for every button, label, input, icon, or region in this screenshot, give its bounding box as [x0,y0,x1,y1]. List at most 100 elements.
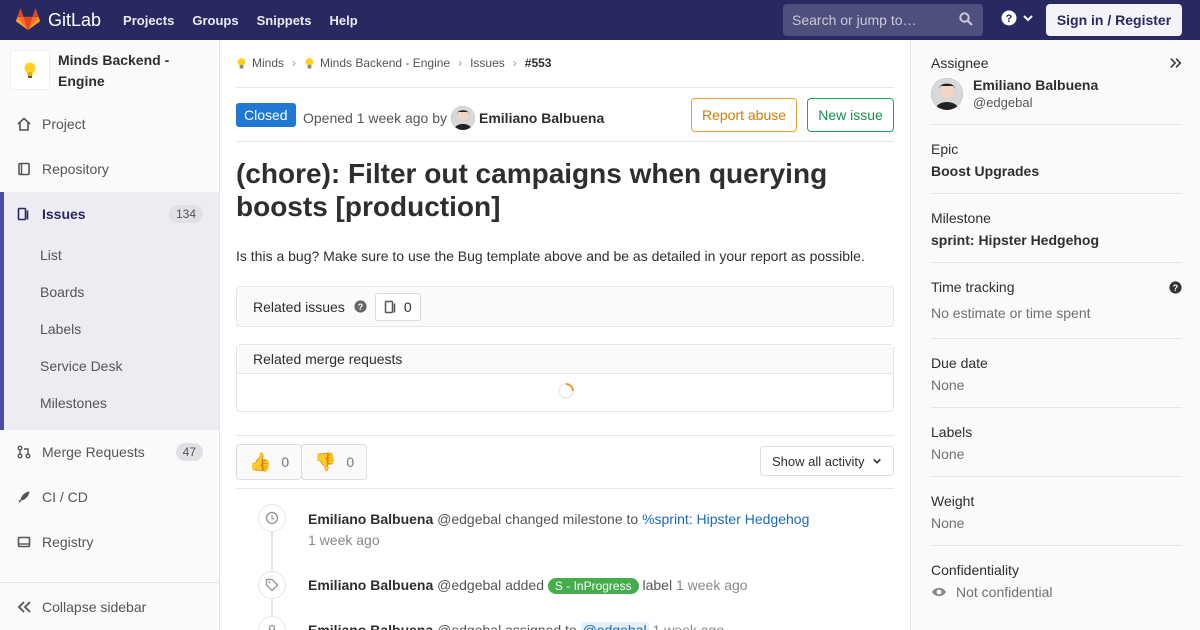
report-abuse-button[interactable]: Report abuse [691,98,797,132]
home-icon [16,116,32,132]
new-issue-button[interactable]: New issue [807,98,894,132]
breadcrumb-separator: › [458,56,463,70]
timeline-note: Emiliano Balbuena @edgebal changed miles… [308,509,809,551]
related-issues-count[interactable]: 0 [374,292,421,321]
divider [931,124,1182,125]
assignee-user[interactable]: Emiliano Balbuena @edgebal [931,77,1182,110]
sidebar-item-label: CI / CD [42,489,88,505]
assignee-username: @edgebal [973,95,1033,110]
nav-snippets[interactable]: Snippets [257,13,312,28]
related-issues-card: Related issues ? 0 [236,286,894,327]
project-header[interactable]: Minds Backend - Engine [0,40,219,108]
related-issues-label: Related issues [253,298,345,315]
lightbulb-icon [305,57,314,69]
sidebar-subitem-service-desk[interactable]: Service Desk [40,358,122,374]
breadcrumb-project[interactable]: Minds Backend - Engine [304,56,450,70]
avatar[interactable] [451,106,475,130]
related-merge-requests-card: Related merge requests [236,344,894,412]
note-author[interactable]: Emiliano Balbuena [308,622,433,630]
assignee-name: Emiliano Balbuena [973,77,1099,93]
issues-icon [16,206,32,222]
breadcrumb-issue-number[interactable]: #553 [525,56,552,70]
sidebar-item-ci-cd[interactable]: CI / CD [0,475,219,519]
sidebar-item-project[interactable]: Project [0,102,219,146]
sidebar-subitem-labels[interactable]: Labels [40,321,81,337]
divider [236,87,894,88]
sidebar-item-issues[interactable]: Issues 134 [0,192,219,236]
label-badge[interactable]: S - InProgress [547,578,639,594]
time-tracking-value: No estimate or time spent [931,305,1091,321]
collapse-sidebar-button[interactable]: Collapse sidebar [0,582,219,630]
milestone-link[interactable]: %sprint: Hipster Hedgehog [642,511,809,527]
rocket-icon [16,489,32,505]
note-author[interactable]: Emiliano Balbuena [308,511,433,527]
gitlab-fox-icon [16,9,40,30]
breadcrumb-issues[interactable]: Issues [470,56,505,70]
question-circle-icon: ? [1001,10,1017,26]
sidebar-item-merge-requests[interactable]: Merge Requests 47 [0,430,219,474]
activity-filter-dropdown[interactable]: Show all activity [760,446,894,476]
weight-title: Weight [931,493,975,509]
breadcrumb-separator: › [512,56,517,70]
divider [931,193,1182,194]
note-timestamp: 1 week ago [308,532,380,548]
milestone-block: Milestone sprint: Hipster Hedgehog [931,210,1182,248]
sidebar-item-label: Project [42,116,86,132]
labels-block: Labels None [931,424,1182,462]
sign-in-button[interactable]: Sign in / Register [1046,4,1182,36]
mention-link[interactable]: @edgebal [580,622,649,630]
sidebar-item-label: Issues [42,206,86,222]
issue-opened-meta: Opened 1 week ago by Emiliano Balbuena [303,106,604,130]
help-dropdown[interactable]: ? [1001,10,1034,26]
left-sidebar: Minds Backend - Engine Project Repositor… [0,40,220,630]
sidebar-subitem-list[interactable]: List [40,247,62,263]
divider [236,435,894,436]
weight-block: Weight None [931,493,1182,531]
thumbs-up-icon: 👍 [249,451,272,472]
svg-text:?: ? [1006,13,1013,25]
svg-text:?: ? [358,302,363,312]
divider [236,488,894,489]
due-date-title: Due date [931,355,988,371]
breadcrumb-minds[interactable]: Minds [236,56,284,70]
sidebar-subitem-boards[interactable]: Boards [40,284,84,300]
breadcrumb-separator: › [292,56,297,70]
sidebar-item-repository[interactable]: Repository [0,147,219,191]
nav-groups[interactable]: Groups [192,13,238,28]
note-username: @edgebal [437,622,502,630]
user-icon [258,616,286,630]
confidentiality-value: Not confidential [956,584,1053,600]
thumbs-up-button[interactable]: 👍 0 [236,444,303,480]
weight-value: None [931,515,965,531]
epic-value[interactable]: Boost Upgrades [931,163,1182,179]
assignee-title: Assignee [931,55,989,71]
note-action: assigned to [505,622,577,630]
collapse-sidebar-label: Collapse sidebar [42,598,147,615]
divider [236,141,894,142]
sidebar-item-label: Repository [42,161,109,177]
chevron-down-icon [873,458,882,464]
opened-text: Opened 1 week ago by [303,110,447,126]
divider [931,476,1182,477]
thumbs-down-button[interactable]: 👎 0 [301,444,368,480]
project-avatar [10,50,50,90]
issues-count-badge: 134 [168,205,203,223]
time-tracking-title: Time tracking [931,279,1015,295]
sidebar-item-registry[interactable]: Registry [0,520,219,564]
search-input[interactable] [792,12,952,28]
nav-projects[interactable]: Projects [123,13,174,28]
confidentiality-row: Not confidential [931,584,1182,600]
question-circle-icon[interactable]: ? [354,300,367,313]
gitlab-logo[interactable]: GitLab [16,9,101,31]
assignee-block: Assignee Emiliano Balbuena @edgebal [931,55,1182,110]
nav-help[interactable]: Help [330,13,358,28]
note-author[interactable]: Emiliano Balbuena [308,577,433,593]
sidebar-subitem-milestones[interactable]: Milestones [40,395,107,411]
divider [931,545,1182,546]
epic-block: Epic Boost Upgrades [931,141,1182,179]
milestone-title: Milestone [931,210,991,226]
question-circle-icon[interactable]: ? [1169,281,1182,294]
milestone-value[interactable]: sprint: Hipster Hedgehog [931,232,1182,248]
author-name[interactable]: Emiliano Balbuena [479,110,604,126]
project-name: Minds Backend - Engine [58,52,170,89]
